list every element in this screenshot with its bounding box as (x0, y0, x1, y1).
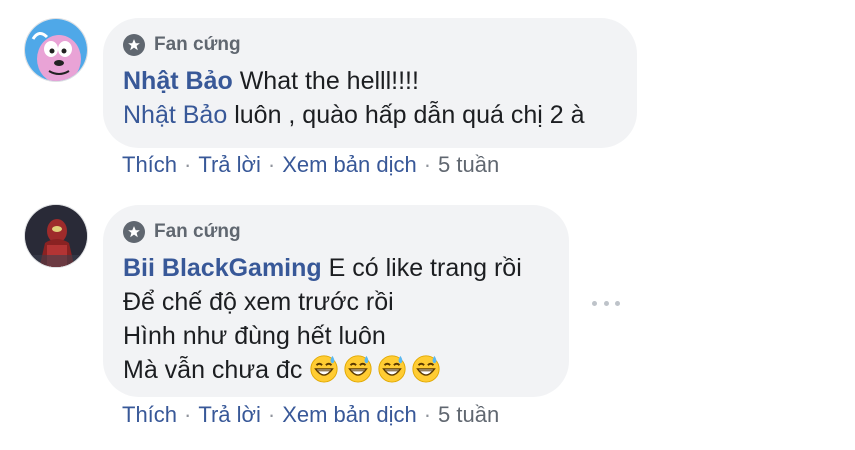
badge-label: Fan cứng (154, 221, 241, 242)
star-icon (123, 34, 145, 56)
mention-link[interactable]: Nhật Bảo (123, 101, 227, 129)
grinning-sweat-emoji (310, 355, 338, 383)
separator: · (267, 152, 276, 177)
grinning-sweat-emoji (412, 355, 440, 383)
avatar-bii-blackgaming[interactable] (24, 204, 88, 268)
emoji-row (309, 355, 445, 384)
translate-link[interactable]: Xem bản dịch (282, 152, 417, 177)
timestamp-link[interactable]: 5 tuần (438, 152, 499, 177)
comment-text-line: Hình như đùng hết luôn (123, 322, 386, 350)
fan-badge: Fan cứng (123, 34, 613, 56)
comment-text-line: Mà vẫn chưa đc (123, 353, 545, 387)
comment-bubble-1: Fan cứng Nhật Bảo What the helll!!!! Nhậ… (103, 18, 637, 148)
grinning-sweat-emoji (378, 355, 406, 383)
more-options-icon[interactable] (592, 296, 620, 310)
comment-author[interactable]: Bii BlackGaming (123, 254, 322, 282)
comment-text: Mà vẫn chưa đc (123, 356, 303, 384)
comment-text-line: Để chế độ xem trước rồi (123, 288, 394, 316)
comment-text: E có like trang rồi (328, 254, 522, 282)
badge-label: Fan cứng (154, 34, 241, 55)
like-link[interactable]: Thích (122, 152, 177, 177)
separator: · (423, 152, 432, 177)
separator: · (184, 152, 192, 177)
star-icon (123, 221, 145, 243)
comment-text: What the helll!!!! (239, 67, 419, 95)
comment-text-line: Nhật Bảo What the helll!!!! (123, 64, 613, 98)
reply-link[interactable]: Trả lời (198, 402, 261, 427)
separator: · (267, 402, 276, 427)
grinning-sweat-emoji (344, 355, 372, 383)
comment-actions: Thích · Trả lời · Xem bản dịch · 5 tuần (122, 402, 499, 428)
avatar-nhat-bao[interactable] (24, 18, 88, 82)
comment-author[interactable]: Nhật Bảo (123, 67, 233, 95)
like-link[interactable]: Thích (122, 402, 177, 427)
timestamp-link[interactable]: 5 tuần (438, 402, 499, 427)
separator: · (184, 402, 192, 427)
reply-link[interactable]: Trả lời (198, 152, 261, 177)
fan-badge: Fan cứng (123, 221, 545, 243)
separator: · (423, 402, 432, 427)
comment-text-line: Bii BlackGaming E có like trang rồi (123, 251, 545, 285)
comment-text: luôn , quào hấp dẫn quá chị 2 à (234, 101, 585, 129)
comment-bubble-2: Fan cứng Bii BlackGaming E có like trang… (103, 205, 569, 397)
comment-actions: Thích · Trả lời · Xem bản dịch · 5 tuần (122, 152, 499, 178)
comment-text-line: Nhật Bảo luôn , quào hấp dẫn quá chị 2 à (123, 98, 613, 132)
translate-link[interactable]: Xem bản dịch (282, 402, 417, 427)
